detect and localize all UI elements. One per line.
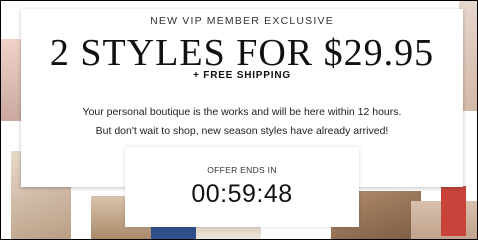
- countdown-timer: OFFER ENDS IN 00:59:48: [125, 147, 359, 227]
- timer-value: 00:59:48: [191, 180, 293, 208]
- background-image-fragment: [441, 186, 466, 236]
- free-shipping-text: + FREE SHIPPING: [193, 70, 291, 81]
- promo-headline: 2 STYLES FOR $29.95: [49, 32, 435, 74]
- promo-message-line: But don't wait to shop, new season style…: [95, 125, 389, 137]
- background-image-fragment: [151, 226, 196, 239]
- promo-eyebrow: NEW VIP MEMBER EXCLUSIVE: [150, 15, 334, 27]
- promo-message-line: Your personal boutique is the works and …: [82, 106, 402, 118]
- promo-frame: NEW VIP MEMBER EXCLUSIVE 2 STYLES FOR $2…: [0, 0, 478, 240]
- timer-label: OFFER ENDS IN: [207, 165, 277, 175]
- background-image-fragment: [1, 39, 21, 121]
- promo-message: Your personal boutique is the works and …: [21, 103, 463, 141]
